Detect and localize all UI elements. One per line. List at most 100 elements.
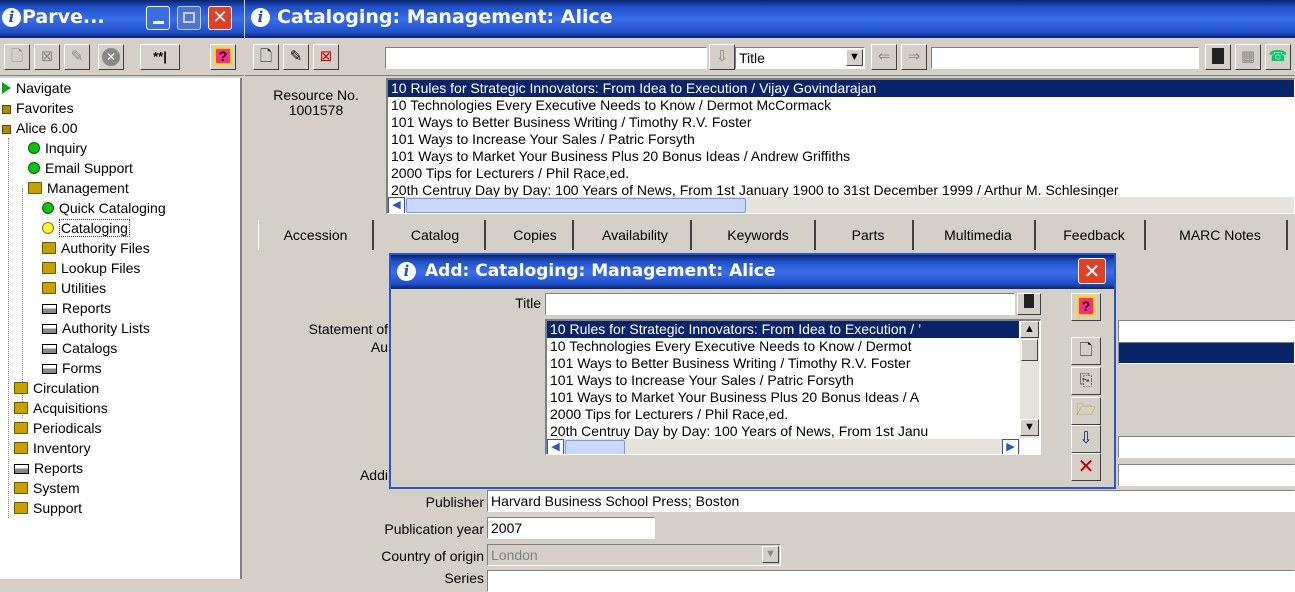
tab-feedback[interactable]: Feedback — [1044, 220, 1146, 250]
delete-icon[interactable]: ⊠ — [34, 44, 60, 70]
scroll-right-icon[interactable]: ▶ — [1002, 439, 1019, 454]
tree-item-reports[interactable]: Reports — [14, 458, 83, 478]
back-arrow-icon[interactable]: ⇐ — [871, 44, 897, 70]
delete-record-icon[interactable]: ⊠ — [313, 44, 339, 70]
tab-parts[interactable]: Parts — [824, 220, 914, 250]
tree-item-quick-cataloging[interactable]: Quick Cataloging — [42, 198, 166, 218]
cancel-button[interactable]: ✕ — [1071, 453, 1101, 481]
tab-accession[interactable]: Accession — [258, 220, 374, 250]
go-icon[interactable] — [1205, 44, 1231, 70]
country-select[interactable]: London ▼ — [487, 544, 781, 566]
tree-item-authority-files[interactable]: Authority Files — [42, 238, 150, 258]
list-item[interactable]: 10 Rules for Strategic Innovators: From … — [388, 80, 1294, 97]
list-item[interactable]: 101 Ways to Market Your Business Plus 20… — [388, 148, 1294, 165]
sort-button[interactable]: ⇩ — [1071, 425, 1101, 453]
tree-item-email-support[interactable]: Email Support — [28, 158, 133, 178]
list-item[interactable]: 101 Ways to Increase Your Sales / Patric… — [388, 131, 1294, 148]
edit-icon[interactable]: ✎ — [64, 44, 90, 70]
scroll-thumb[interactable] — [565, 440, 625, 454]
new-icon[interactable]: 🗋 — [4, 44, 30, 70]
tab-copies[interactable]: Copies — [498, 220, 574, 250]
extra-field[interactable] — [1118, 436, 1295, 458]
list-item[interactable]: 101 Ways to Market Your Business Plus 20… — [547, 389, 1019, 406]
pubyear-field[interactable]: 2007 — [487, 517, 655, 539]
edit-record-icon[interactable]: ✎ — [283, 44, 309, 70]
maximize-button[interactable] — [177, 6, 201, 30]
dialog-close-button[interactable]: ✕ — [1078, 258, 1106, 284]
help-button[interactable]: ? — [210, 44, 236, 70]
dialog-results-list[interactable]: 10 Rules for Strategic Innovators: From … — [545, 319, 1041, 455]
search-field-select[interactable]: Title ▼ — [735, 47, 865, 69]
forward-arrow-icon[interactable]: ⇒ — [901, 44, 927, 70]
tree-item-system[interactable]: System — [14, 478, 80, 498]
phone-icon[interactable]: ☎ — [1265, 44, 1291, 70]
toolbar-blank-field[interactable] — [385, 47, 707, 69]
open-button[interactable]: 🗁 — [1071, 397, 1101, 425]
go-icon[interactable] — [1017, 293, 1041, 315]
copy-button[interactable]: ⎘ — [1071, 367, 1101, 395]
tree-item-support[interactable]: Support — [14, 498, 82, 518]
scroll-thumb[interactable] — [1021, 339, 1038, 361]
tab-keywords[interactable]: Keywords — [702, 220, 816, 250]
tree-item-cataloging[interactable]: Cataloging — [42, 218, 130, 238]
new-button[interactable]: 🗋 — [1071, 337, 1101, 365]
folder-icon — [14, 422, 28, 434]
chevron-down-icon[interactable]: ▼ — [762, 546, 779, 563]
list-item[interactable]: 2000 Tips for Lecturers / Phil Race,ed. — [388, 165, 1294, 182]
tree-item-authority-lists[interactable]: Authority Lists — [42, 318, 150, 338]
list-item[interactable]: 10 Rules for Strategic Innovators: From … — [547, 321, 1019, 338]
tree-item-periodicals[interactable]: Periodicals — [14, 418, 101, 438]
list-item[interactable]: 101 Ways to Increase Your Sales / Patric… — [547, 372, 1019, 389]
tab-catalog[interactable]: Catalog — [386, 220, 486, 250]
author-field[interactable] — [1118, 342, 1295, 364]
list-item[interactable]: 101 Ways to Better Business Writing / Ti… — [388, 114, 1294, 131]
scroll-down-icon[interactable]: ▼ — [1020, 419, 1039, 436]
publisher-field[interactable]: Harvard Business School Press; Boston — [487, 490, 1295, 512]
tab-marc-notes[interactable]: MARC Notes — [1154, 220, 1288, 250]
tree-item-management[interactable]: Management — [28, 178, 129, 198]
tree-item-inventory[interactable]: Inventory — [14, 438, 91, 458]
additional-field[interactable] — [1118, 464, 1295, 486]
series-field[interactable] — [487, 570, 1295, 592]
sort-icon[interactable]: ⇩ — [709, 44, 735, 70]
statement-field[interactable] — [1118, 320, 1295, 342]
dialog-hscrollbar[interactable]: ◀ ▶ — [547, 439, 1020, 454]
keyword-icon[interactable]: **| — [140, 44, 180, 70]
cancel-button[interactable]: ✕ — [98, 44, 124, 70]
chevron-down-icon[interactable]: ▼ — [846, 49, 863, 66]
scroll-thumb[interactable] — [406, 198, 746, 213]
dialog-vscrollbar[interactable]: ▲ ▼ — [1020, 321, 1039, 438]
tree-item-navigate[interactable]: Navigate — [2, 78, 71, 98]
tree-item-lookup-files[interactable]: Lookup Files — [42, 258, 140, 278]
results-hscrollbar[interactable]: ◀ — [388, 197, 1294, 213]
results-list[interactable]: 10 Rules for Strategic Innovators: From … — [386, 78, 1295, 214]
tree-item-alice[interactable]: Alice 6.00 — [2, 118, 77, 138]
tree-item-reports-sub[interactable]: Reports — [42, 298, 111, 318]
close-button[interactable]: ✕ — [208, 6, 232, 30]
scroll-left-icon[interactable]: ◀ — [547, 439, 564, 454]
search-input[interactable] — [931, 47, 1199, 69]
list-item[interactable]: 2000 Tips for Lecturers / Phil Race,ed. — [547, 406, 1019, 423]
tab-availability[interactable]: Availability — [580, 220, 692, 250]
tree-item-favorites[interactable]: Favorites — [2, 98, 74, 118]
list-item[interactable]: 101 Ways to Better Business Writing / Ti… — [547, 355, 1019, 372]
list-item[interactable]: 10 Technologies Every Executive Needs to… — [547, 338, 1019, 355]
minimize-button[interactable] — [146, 6, 170, 30]
tree-item-catalogs[interactable]: Catalogs — [42, 338, 117, 358]
tree-item-acquisitions[interactable]: Acquisitions — [14, 398, 108, 418]
book-icon[interactable]: ▦ — [1235, 44, 1261, 70]
tree-item-circulation[interactable]: Circulation — [14, 378, 99, 398]
list-item[interactable]: 20th Centruy Day by Day: 100 Years of Ne… — [547, 423, 1019, 440]
scroll-left-icon[interactable]: ◀ — [388, 197, 405, 213]
tree-item-inquiry[interactable]: Inquiry — [28, 138, 87, 158]
info-icon: i — [397, 262, 416, 281]
tab-multimedia[interactable]: Multimedia — [922, 220, 1036, 250]
list-item[interactable]: 10 Technologies Every Executive Needs to… — [388, 97, 1294, 114]
tree-item-utilities[interactable]: Utilities — [42, 278, 106, 298]
new-record-icon[interactable]: 🗋 — [253, 44, 279, 70]
help-button[interactable]: ? — [1071, 293, 1101, 321]
tree-item-forms[interactable]: Forms — [42, 358, 102, 378]
scroll-up-icon[interactable]: ▲ — [1020, 321, 1039, 338]
printer-icon — [42, 344, 57, 354]
dialog-title-input[interactable] — [545, 293, 1015, 315]
